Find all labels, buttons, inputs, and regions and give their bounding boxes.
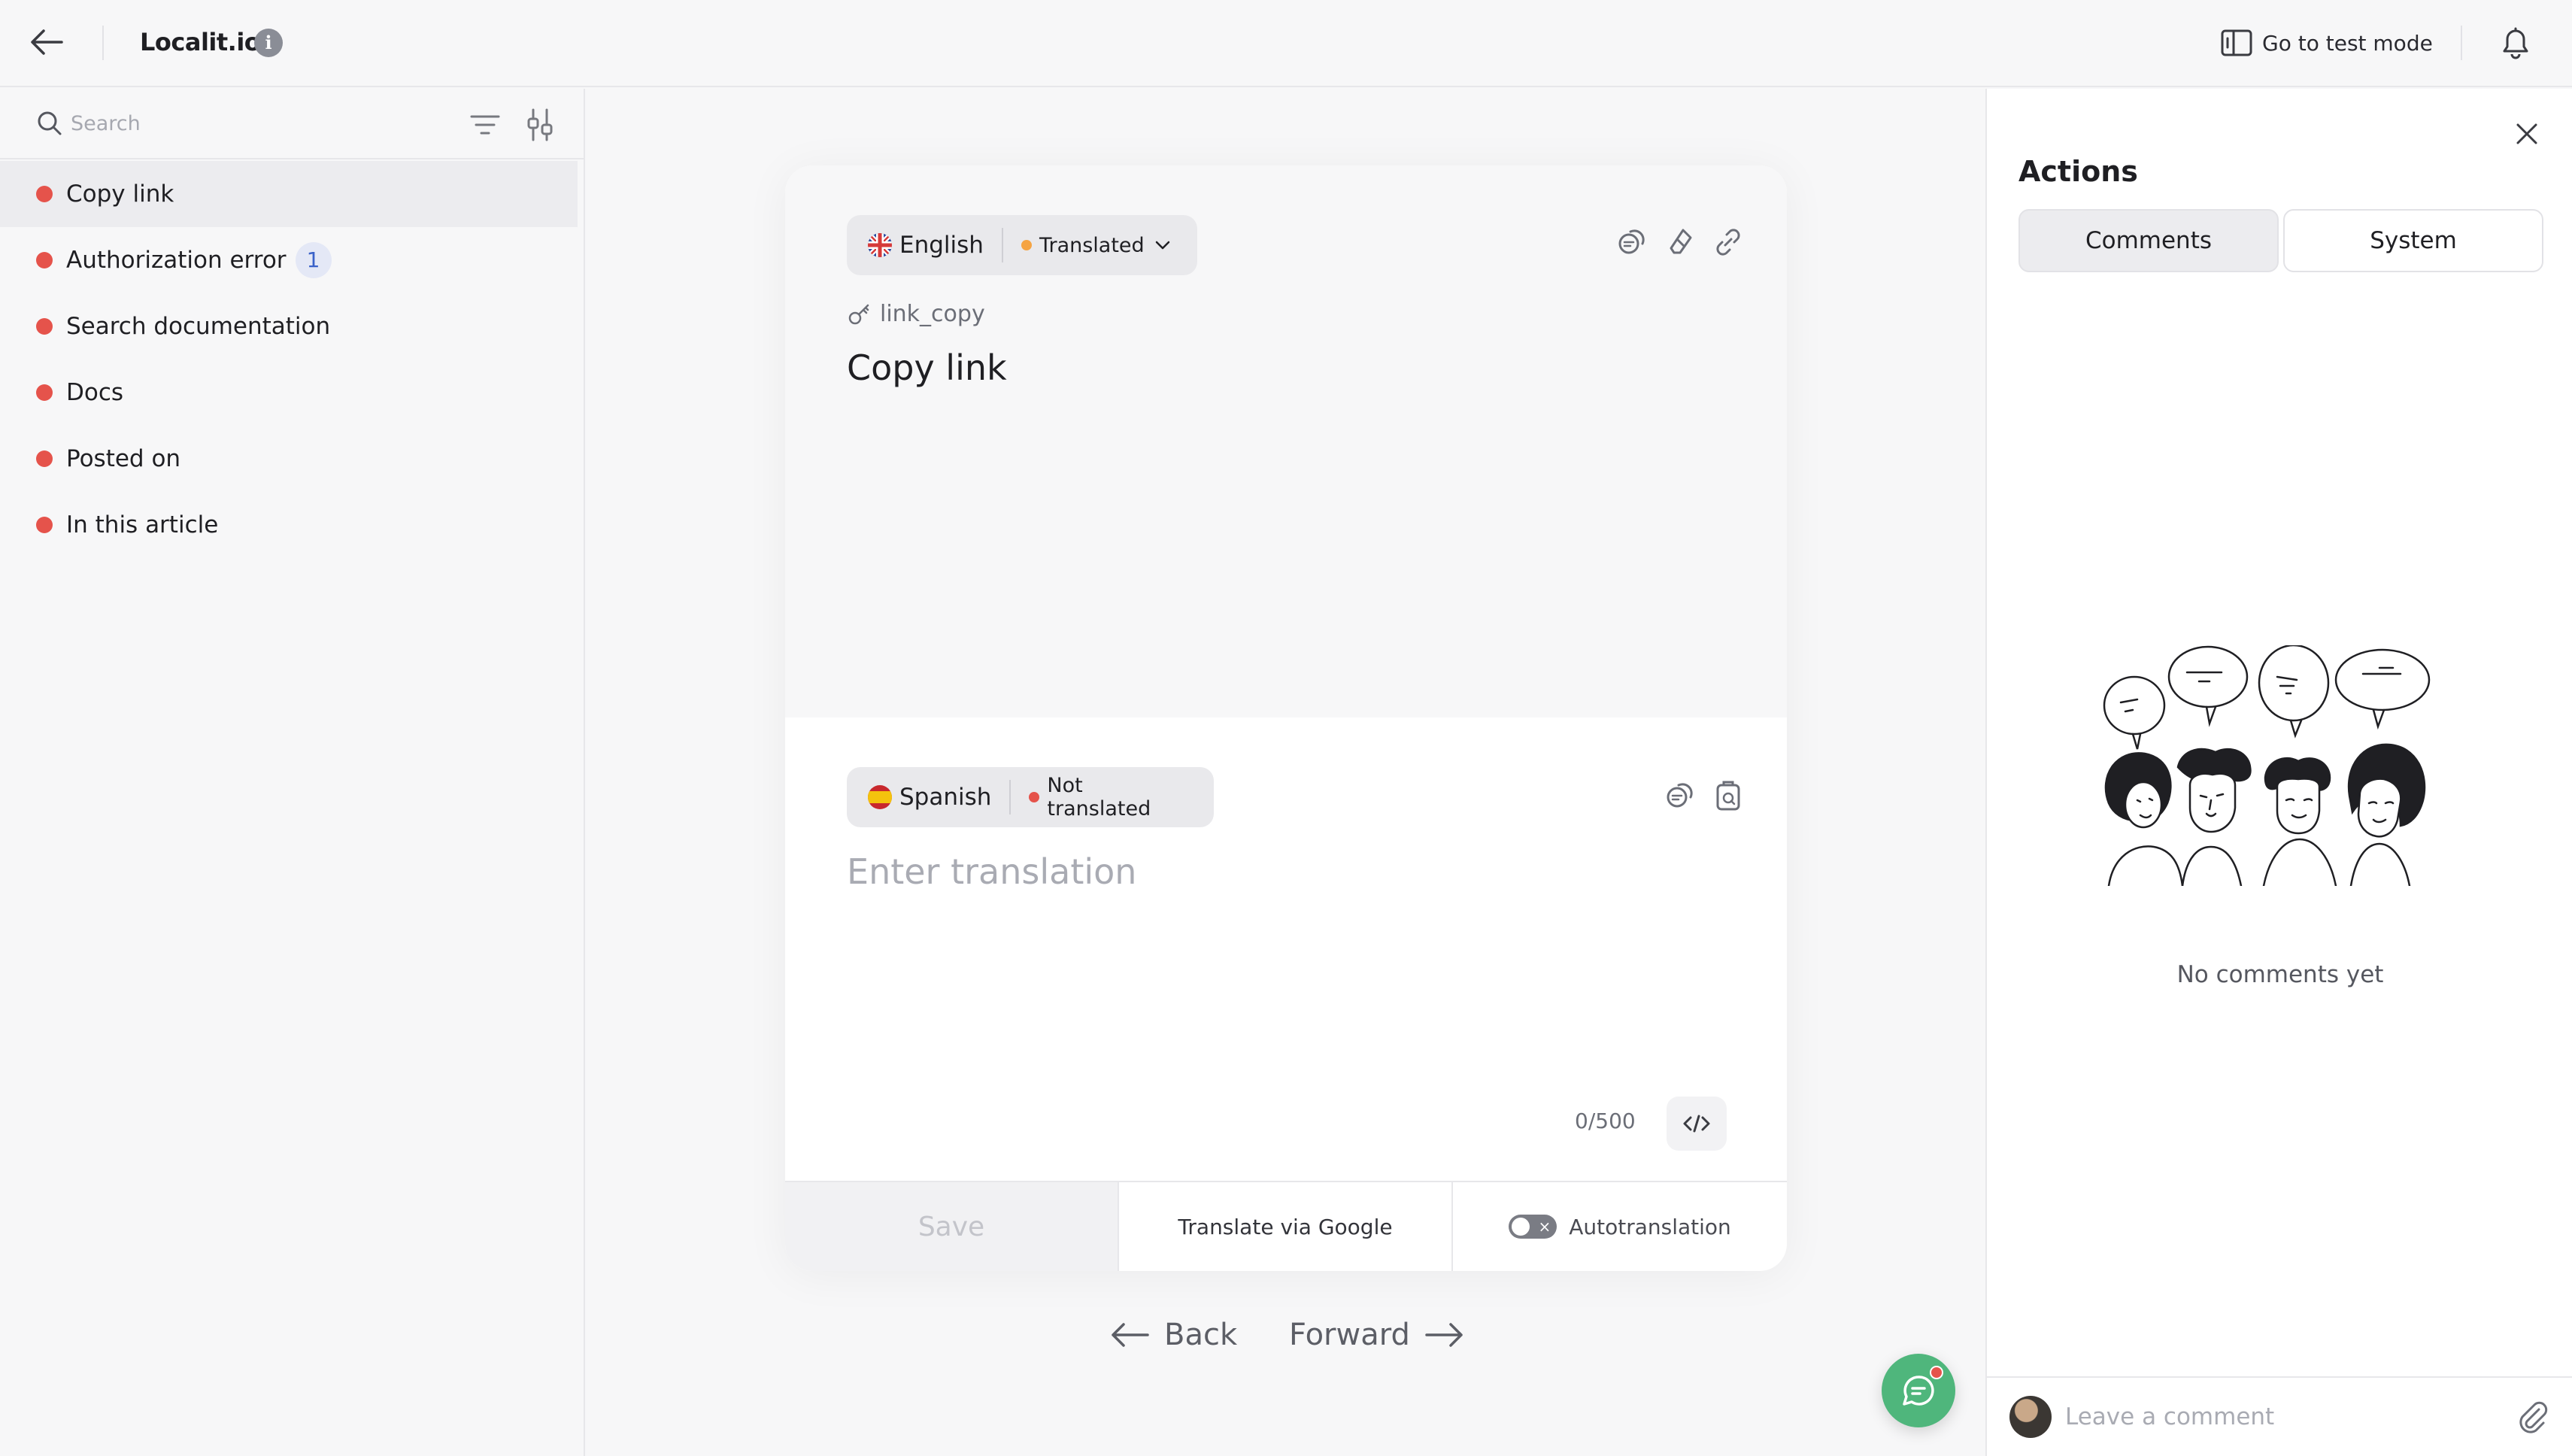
actions-panel: Actions Comments System No comments yet …	[1985, 89, 2572, 1456]
back-button[interactable]: Back	[1109, 1318, 1237, 1352]
arrow-right-icon	[1424, 1320, 1466, 1350]
paste-icon[interactable]	[1710, 778, 1746, 814]
divider	[102, 26, 104, 60]
status-dot	[36, 186, 53, 202]
list-item-label: Docs	[66, 379, 124, 406]
panel-title: Actions	[2018, 155, 2138, 188]
code-view-button[interactable]	[1667, 1097, 1727, 1151]
notification-dot	[1930, 1366, 1943, 1379]
list-item-label: Posted on	[66, 445, 181, 472]
comment-composer	[1987, 1376, 2572, 1456]
chat-support-button[interactable]	[1882, 1354, 1955, 1427]
forward-button[interactable]: Forward	[1289, 1318, 1466, 1352]
status-dot	[36, 252, 53, 268]
paperclip-icon[interactable]	[2518, 1399, 2548, 1436]
key-identifier: link_copy	[847, 301, 985, 327]
list-item-label: In this article	[66, 511, 219, 538]
list-item-label: Search documentation	[66, 313, 331, 340]
list-item-copy-link[interactable]: Copy link	[0, 161, 578, 227]
translated-status-dot	[1021, 240, 1032, 250]
spain-flag-icon	[868, 785, 892, 809]
bell-icon[interactable]	[2497, 23, 2534, 62]
source-status: Translated	[1039, 233, 1145, 257]
autotranslation-label: Autotranslation	[1569, 1214, 1731, 1239]
test-mode-label: Go to test mode	[2262, 30, 2433, 56]
info-icon[interactable]: i	[254, 29, 283, 57]
back-label: Back	[1164, 1318, 1238, 1352]
translation-card: English Translated link_copy Copy link S…	[785, 165, 1787, 1271]
arrow-left-icon[interactable]	[29, 27, 65, 57]
save-button[interactable]: Save	[785, 1182, 1119, 1271]
source-text: Copy link	[847, 347, 1007, 388]
divider	[1009, 780, 1012, 814]
divider	[1001, 228, 1003, 262]
key-name: link_copy	[880, 301, 985, 327]
list-item-in-this-article[interactable]: In this article	[0, 492, 578, 558]
status-dot	[36, 450, 53, 467]
chevron-down-icon	[1152, 235, 1173, 256]
key-list: Copy link Authorization error 1 Search d…	[0, 161, 578, 558]
not-translated-status-dot	[1029, 792, 1040, 802]
list-item-authorization-error[interactable]: Authorization error 1	[0, 227, 578, 293]
autotranslation-control: × Autotranslation	[1453, 1182, 1787, 1271]
tab-comments[interactable]: Comments	[2018, 209, 2279, 272]
filter-icon[interactable]	[468, 110, 502, 140]
translate-via-google-button[interactable]: Translate via Google	[1119, 1182, 1453, 1271]
code-icon	[1682, 1113, 1712, 1134]
app-title: Localit.io	[140, 28, 261, 56]
list-item-search-documentation[interactable]: Search documentation	[0, 293, 578, 359]
status-dot	[36, 384, 53, 401]
character-counter: 0/500	[1575, 1109, 1636, 1133]
list-item-docs[interactable]: Docs	[0, 359, 578, 426]
chat-bubble-icon	[1902, 1374, 1935, 1407]
status-dot	[36, 318, 53, 335]
copy-icon[interactable]	[1662, 778, 1698, 814]
link-icon[interactable]	[1710, 224, 1746, 260]
target-status: Not translated	[1047, 774, 1151, 821]
copy-icon[interactable]	[1614, 224, 1650, 260]
list-item-label: Copy link	[66, 180, 174, 208]
test-mode-icon	[2220, 28, 2253, 58]
source-language-selector[interactable]: English Translated	[847, 215, 1197, 275]
card-footer: Save Translate via Google × Autotranslat…	[785, 1181, 1787, 1271]
target-language-selector[interactable]: Spanish Not translated	[847, 767, 1214, 827]
tab-system[interactable]: System	[2283, 209, 2543, 272]
empty-state-text: No comments yet	[2176, 961, 2384, 988]
comment-count-badge: 1	[295, 242, 332, 278]
toggle-knob	[1512, 1218, 1530, 1236]
search-icon	[36, 110, 63, 137]
go-to-test-mode-button[interactable]: Go to test mode	[2220, 26, 2433, 60]
list-item-posted-on[interactable]: Posted on	[0, 426, 578, 492]
translation-input[interactable]	[847, 851, 1719, 1002]
uk-flag-icon	[868, 233, 892, 257]
avatar	[2009, 1396, 2052, 1438]
arrow-left-icon	[1109, 1320, 1151, 1350]
close-icon[interactable]	[2512, 119, 2542, 149]
status-dot	[36, 517, 53, 533]
list-item-label: Authorization error	[66, 247, 287, 274]
top-bar: Localit.io i Go to test mode	[0, 0, 2572, 87]
autotranslation-toggle[interactable]: ×	[1509, 1215, 1557, 1239]
search-bar	[0, 89, 584, 159]
target-language-name: Spanish	[899, 784, 992, 811]
people-talking-illustration	[2094, 645, 2470, 886]
forward-label: Forward	[1289, 1318, 1410, 1352]
toggle-off-glyph: ×	[1538, 1218, 1551, 1236]
divider	[2461, 26, 2462, 60]
eraser-icon[interactable]	[1662, 224, 1698, 260]
key-icon	[847, 302, 872, 327]
source-language-name: English	[899, 232, 984, 259]
key-sidebar: Copy link Authorization error 1 Search d…	[0, 89, 585, 1456]
sliders-icon[interactable]	[523, 107, 557, 143]
comment-input[interactable]	[2065, 1396, 2486, 1438]
search-input[interactable]	[71, 105, 447, 141]
